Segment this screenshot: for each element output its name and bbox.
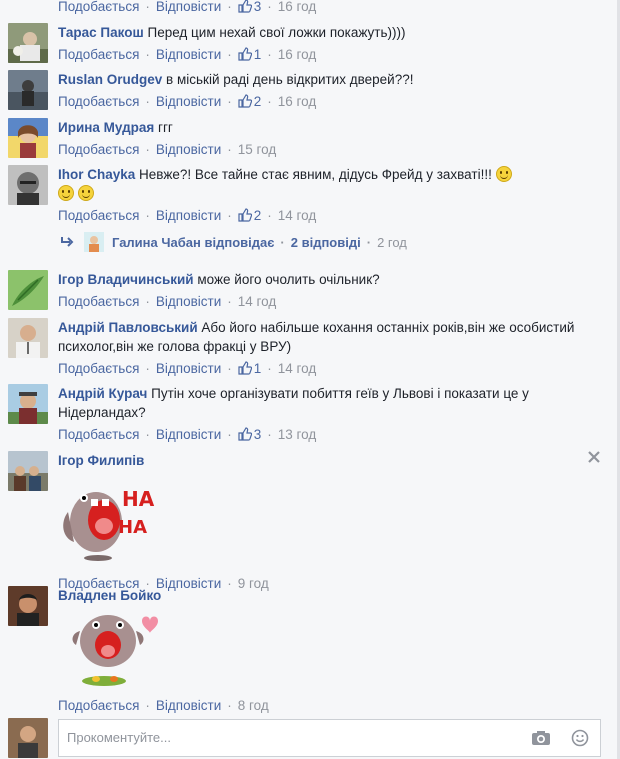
timestamp[interactable]: 16 год xyxy=(278,0,316,14)
like-link[interactable]: Подобається xyxy=(58,142,139,157)
avatar[interactable] xyxy=(8,451,48,491)
comment-author[interactable]: Тарас Пакош xyxy=(58,25,144,40)
timestamp[interactable]: 15 год xyxy=(238,142,276,157)
reply-link[interactable]: Відповісти xyxy=(156,698,221,713)
thumbs-up-icon xyxy=(238,427,252,441)
like-link[interactable]: Подобається xyxy=(58,294,139,309)
like-count[interactable]: 1 xyxy=(238,47,261,62)
reply-link[interactable]: Відповісти xyxy=(156,47,221,62)
smiley-emoji-icon xyxy=(77,185,94,201)
comment-author[interactable]: Андрій Курач xyxy=(58,386,147,401)
timestamp[interactable]: 13 год xyxy=(278,427,316,442)
comment-actions: Подобається · Відповісти · 1 · 16 год xyxy=(58,47,317,62)
comment-author[interactable]: Андрій Павловський xyxy=(58,320,198,335)
smiley-emoji-icon xyxy=(58,185,74,201)
comment-text: може його очолить очільник? xyxy=(197,272,380,287)
replies-summary[interactable]: Галина Чабан відповідає · 2 відповіді · 2 го… xyxy=(60,232,407,254)
like-count[interactable]: 3 xyxy=(238,427,261,442)
comment-actions: Подобається · Відповісти · 2 · 14 год xyxy=(58,208,317,223)
reply-verb: відповідає xyxy=(204,235,275,250)
reply-link[interactable]: Відповісти xyxy=(156,427,221,442)
comment-input-placeholder: Прокоментуйте... xyxy=(67,730,171,745)
comment-actions: Подобається · Відповісти · 1 · 14 год xyxy=(58,361,317,376)
like-count[interactable]: 1 xyxy=(238,361,261,376)
like-link[interactable]: Подобається xyxy=(58,94,139,109)
like-count[interactable]: 3 xyxy=(238,0,261,14)
timestamp[interactable]: 14 год xyxy=(238,294,276,309)
avatar[interactable] xyxy=(8,23,48,63)
thumbs-up-icon xyxy=(238,361,252,375)
avatar[interactable] xyxy=(8,318,48,358)
avatar[interactable] xyxy=(8,165,48,205)
timestamp[interactable]: 8 год xyxy=(238,698,269,713)
smiley-emoji-icon xyxy=(495,166,512,182)
reply-link[interactable]: Відповісти xyxy=(156,142,221,157)
comment-actions: Подобається · Відповісти · 14 год xyxy=(58,294,277,309)
comment-actions: Подобається · Відповісти · 2 · 16 год xyxy=(58,94,317,109)
thumbs-up-icon xyxy=(238,208,252,222)
comment-author[interactable]: Ирина Мудрая xyxy=(58,120,154,135)
like-link[interactable]: Подобається xyxy=(58,427,139,442)
like-count[interactable]: 2 xyxy=(238,208,261,223)
timestamp[interactable]: 14 год xyxy=(278,208,316,223)
like-link[interactable]: Подобається xyxy=(58,208,139,223)
reply-link[interactable]: Відповісти xyxy=(156,94,221,109)
like-link[interactable]: Подобається xyxy=(58,698,139,713)
avatar[interactable] xyxy=(8,718,48,758)
reply-time[interactable]: 2 год xyxy=(377,235,407,250)
timestamp[interactable]: 16 год xyxy=(278,94,316,109)
comment-composer: Прокоментуйте... xyxy=(0,714,620,759)
comment-author[interactable]: Ігор Филипів xyxy=(58,453,144,468)
reply-link[interactable]: Відповісти xyxy=(156,208,221,223)
thumbs-up-icon xyxy=(238,0,252,13)
comment-text: Невже?! Все тайне стає явним, дідусь Фре… xyxy=(139,167,492,182)
sticker[interactable]: HA HA xyxy=(58,472,168,562)
avatar[interactable] xyxy=(8,384,48,424)
avatar[interactable] xyxy=(8,118,48,158)
avatar[interactable] xyxy=(8,270,48,310)
comment-author[interactable]: Ihor Chayka xyxy=(58,167,135,182)
reply-link[interactable]: Відповісти xyxy=(156,361,221,376)
avatar[interactable] xyxy=(84,232,104,252)
comment-author[interactable]: Владлен Бойко xyxy=(58,588,161,603)
comment-actions: Подобається · Відповісти · 15 год xyxy=(58,142,277,157)
comment-actions: Подобається · Відповісти · 8 год xyxy=(58,698,269,713)
reply-link[interactable]: Відповісти xyxy=(156,0,221,14)
comment-actions: Подобається · Відповісти · 3 · 16 год xyxy=(58,0,317,14)
avatar[interactable] xyxy=(8,586,48,626)
like-link[interactable]: Подобається xyxy=(58,0,139,14)
comment-text: ггг xyxy=(158,120,173,135)
reply-count[interactable]: 2 відповіді xyxy=(291,235,361,250)
reply-author[interactable]: Галина Чабан xyxy=(112,235,201,250)
reply-arrow-icon xyxy=(61,237,74,247)
comment-actions: Подобається · Відповісти · 3 · 13 год xyxy=(58,427,317,442)
comment-text: в міській раді день відкритих дверей??! xyxy=(166,72,414,87)
timestamp[interactable]: 14 год xyxy=(278,361,316,376)
avatar[interactable] xyxy=(8,70,48,110)
like-count[interactable]: 2 xyxy=(238,94,261,109)
sticker[interactable] xyxy=(58,607,168,687)
comment-input[interactable]: Прокоментуйте... xyxy=(58,719,601,757)
comment-author[interactable]: Ruslan Orudgev xyxy=(58,72,162,87)
timestamp[interactable]: 16 год xyxy=(278,47,316,62)
camera-icon[interactable] xyxy=(531,730,551,746)
reply-link[interactable]: Відповісти xyxy=(156,294,221,309)
thumbs-up-icon xyxy=(238,94,252,108)
sticker-text: HA xyxy=(122,487,155,511)
comment-author[interactable]: Ігор Владичинський xyxy=(58,272,194,287)
thumbs-up-icon xyxy=(238,47,252,61)
sticker-text: HA xyxy=(118,517,147,538)
emoji-icon[interactable] xyxy=(571,729,589,747)
like-link[interactable]: Подобається xyxy=(58,361,139,376)
comment-text: Перед цим нехай свої ложки покажуть)))) xyxy=(147,25,406,40)
like-link[interactable]: Подобається xyxy=(58,47,139,62)
